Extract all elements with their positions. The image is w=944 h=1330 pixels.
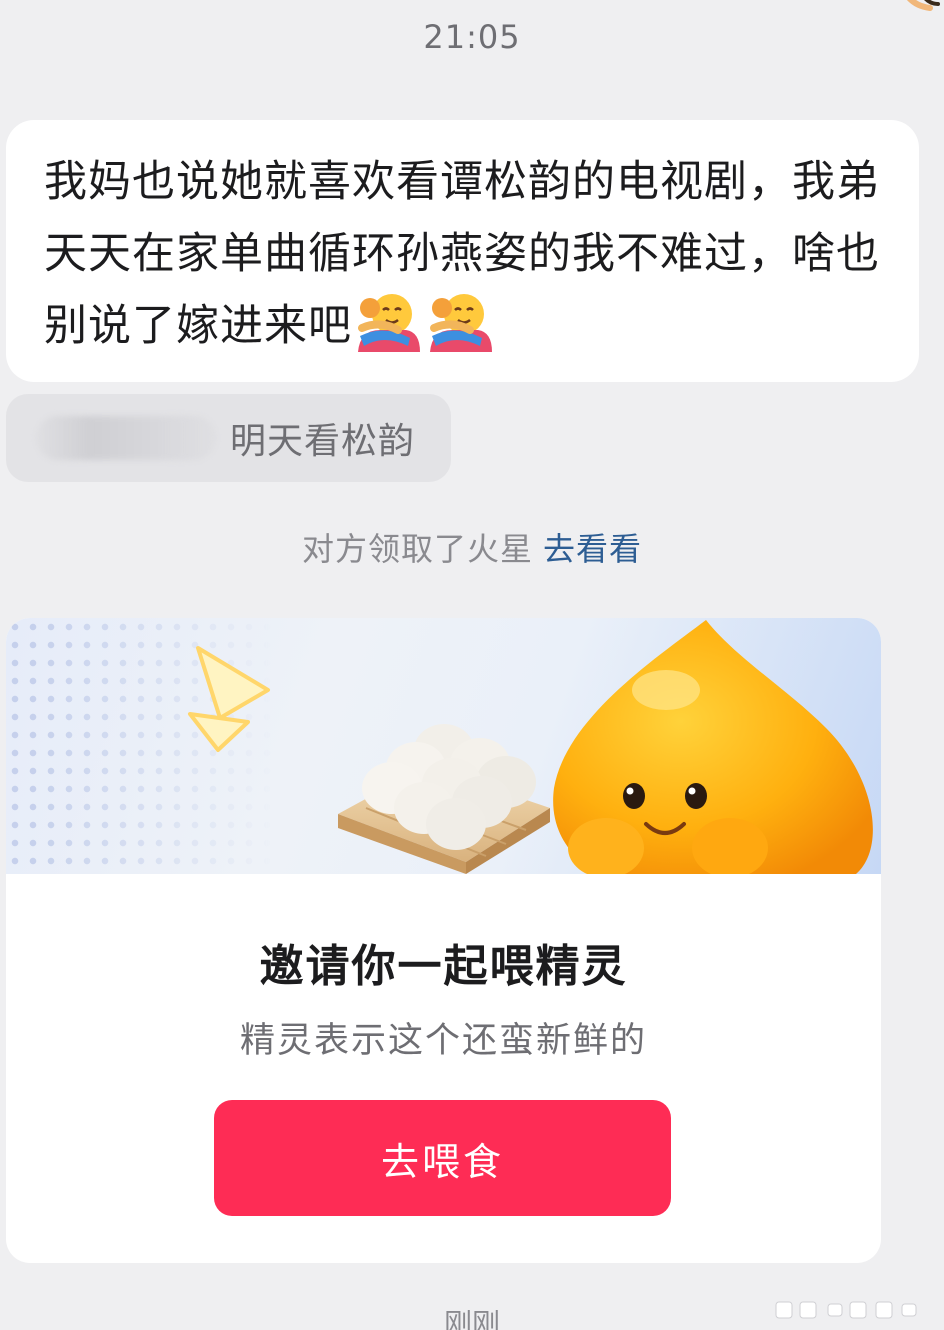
message-timestamp: 21:05 [423, 18, 521, 56]
hugging-emoji-icon [358, 294, 420, 352]
invite-card[interactable]: 邀请你一起喂精灵 精灵表示这个还蛮新鲜的 去喂食 [6, 618, 881, 1263]
chat-screen: 21:05 我妈也说她就喜欢看谭松韵的电视剧，我弟天天在家单曲循环孙燕姿的我不难… [0, 0, 944, 1330]
card-subtitle: 精灵表示这个还蛮新鲜的 [239, 1021, 647, 1061]
sparkle-icon [188, 646, 270, 752]
quoted-reply[interactable]: 明天看松韵 [6, 394, 451, 482]
view-link[interactable]: 去看看 [543, 530, 642, 568]
sprite-mascot-icon [553, 620, 873, 874]
message-text-container: 我妈也说她就喜欢看谭松韵的电视剧，我弟天天在家单曲循环孙燕姿的我不难过，啥也别说… [44, 146, 883, 362]
quoted-reply-text: 明天看松韵 [230, 421, 416, 462]
system-notice: 对方领取了火星 去看看 [0, 524, 944, 570]
rice-cake-icon [338, 724, 550, 874]
watermark-icon [775, 1301, 917, 1319]
message-bubble[interactable]: 我妈也说她就喜欢看谭松韵的电视剧，我弟天天在家单曲循环孙燕姿的我不难过，啥也别说… [6, 120, 919, 382]
card-title: 邀请你一起喂精灵 [259, 941, 628, 992]
blurred-username [36, 416, 216, 460]
corner-decoration-icon [906, 0, 940, 11]
hugging-emoji-icon [430, 294, 492, 352]
sprite-illustration [188, 620, 873, 874]
card-banner [6, 618, 881, 874]
system-notice-text: 对方领取了火星 [301, 530, 533, 568]
feed-button[interactable]: 去喂食 [214, 1100, 671, 1216]
